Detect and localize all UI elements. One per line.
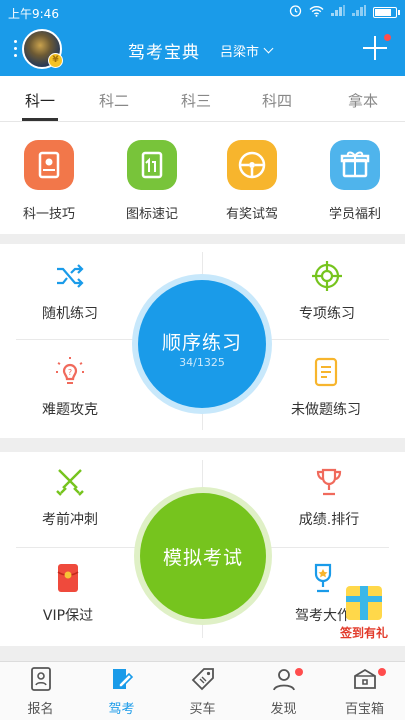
- nav-label: 买车: [189, 702, 216, 717]
- red-envelope-icon: [52, 562, 84, 594]
- treasure-box-icon: [352, 666, 378, 692]
- nav-label: 驾考: [108, 702, 135, 717]
- tool-student-welfare[interactable]: 学员福利: [315, 140, 395, 222]
- lightbulb-icon: ?: [54, 356, 86, 388]
- notification-dot: [378, 668, 386, 676]
- svg-text:?: ?: [68, 368, 72, 377]
- tool-sign-memo[interactable]: 图标速记: [112, 140, 192, 222]
- quick-tools: 科一技巧 图标速记 有奖试驾 学员福利: [0, 122, 405, 234]
- sign-in-gift-badge[interactable]: 签到有礼: [332, 582, 396, 648]
- menu-dots-icon[interactable]: [14, 40, 18, 60]
- nav-label: 百宝箱: [344, 702, 384, 717]
- battery-icon: [373, 6, 400, 18]
- tool-label: 图标速记: [125, 207, 178, 222]
- app-title: 驾考宝典: [128, 43, 200, 63]
- difficult-practice[interactable]: ? 难题攻克: [20, 356, 120, 419]
- random-practice[interactable]: 随机练习: [20, 260, 120, 323]
- chevron-down-icon: [263, 43, 274, 54]
- nav-signup[interactable]: 报名: [0, 666, 81, 717]
- gift-icon: [330, 140, 380, 190]
- signal-icon-2: [352, 5, 366, 19]
- nav-discover[interactable]: 发现: [243, 666, 324, 717]
- add-button[interactable]: [363, 36, 387, 60]
- coin-badge-icon: ¥: [48, 53, 63, 68]
- tab-get-license[interactable]: 拿本: [333, 90, 393, 111]
- trophy-icon: [313, 466, 345, 498]
- tool-prize-drive[interactable]: 有奖试驾: [212, 140, 292, 222]
- sign-in-gift-label: 签到有礼: [339, 626, 388, 640]
- pencil-doc-icon: [109, 666, 135, 692]
- tool-label: 有奖试驾: [225, 207, 278, 222]
- pre-exam-sprint[interactable]: 考前冲刺: [20, 466, 120, 529]
- sequential-practice-progress: 34/1325: [179, 356, 225, 369]
- bottom-nav: 报名 驾考 买车 发现 百宝箱: [0, 661, 405, 720]
- nav-label: 发现: [270, 702, 297, 717]
- alarm-icon: [289, 4, 302, 20]
- wifi-icon: [309, 5, 324, 20]
- battery-fill: [375, 8, 392, 16]
- nav-label: 报名: [27, 702, 54, 717]
- document-icon: [310, 356, 342, 388]
- status-icons: [289, 4, 400, 20]
- difficult-practice-label: 难题攻克: [42, 402, 98, 418]
- pre-exam-sprint-label: 考前冲刺: [42, 512, 98, 528]
- vip-guarantee[interactable]: VIP保过: [18, 562, 118, 625]
- mock-exam-label: 模拟考试: [162, 547, 243, 569]
- tool-subject1-tips[interactable]: 科一技巧: [9, 140, 89, 222]
- random-practice-label: 随机练习: [42, 306, 98, 322]
- tab-subject-4[interactable]: 科四: [247, 90, 307, 111]
- tool-label: 科一技巧: [22, 207, 75, 222]
- notification-dot: [384, 34, 391, 41]
- sequential-practice-label: 顺序练习: [161, 332, 242, 354]
- subject-tabs: 科一 科二 科三 科四 拿本: [0, 76, 405, 122]
- vip-guarantee-label: VIP保过: [42, 608, 94, 624]
- person-icon: [271, 666, 297, 692]
- tab-subject-2[interactable]: 科二: [84, 90, 144, 111]
- target-icon: [311, 260, 343, 292]
- price-tag-icon: [190, 666, 216, 692]
- tab-subject-1[interactable]: 科一: [10, 90, 70, 111]
- signal-icon: [331, 5, 345, 19]
- steering-wheel-icon: [227, 140, 277, 190]
- sequential-practice-button[interactable]: 顺序练习 34/1325: [138, 280, 266, 408]
- id-card-icon: [28, 666, 54, 692]
- score-ranking[interactable]: 成绩.排行: [279, 466, 379, 529]
- traffic-sign-icon: [127, 140, 177, 190]
- special-practice[interactable]: 专项练习: [277, 260, 377, 323]
- tips-book-icon: [24, 140, 74, 190]
- app-header: ¥ 驾考宝典 吕梁市: [0, 24, 405, 76]
- shuffle-icon: [54, 260, 86, 292]
- city-selector[interactable]: 吕梁市: [220, 41, 274, 60]
- mock-exam-button[interactable]: 模拟考试: [140, 493, 266, 619]
- notification-dot: [295, 668, 303, 676]
- special-practice-label: 专项练习: [299, 306, 355, 322]
- undone-practice[interactable]: 未做题练习: [276, 356, 376, 419]
- crossed-swords-icon: [54, 466, 86, 498]
- nav-toolbox[interactable]: 百宝箱: [324, 666, 405, 717]
- tool-label: 学员福利: [328, 207, 381, 222]
- status-time: 上午9:46: [8, 7, 59, 21]
- tab-subject-3[interactable]: 科三: [166, 90, 226, 111]
- nav-driving-exam[interactable]: 驾考: [81, 666, 162, 717]
- city-label: 吕梁市: [220, 45, 260, 60]
- undone-practice-label: 未做题练习: [291, 402, 361, 418]
- nav-buy-car[interactable]: 买车: [162, 666, 243, 717]
- score-ranking-label: 成绩.排行: [298, 512, 360, 528]
- practice-section: 随机练习 专项练习 ? 难题攻克 未做题练习 顺序练习 34/1325: [0, 244, 405, 438]
- status-bar: 上午9:46: [0, 0, 405, 24]
- gift-ribbon: [360, 586, 368, 620]
- active-tab-indicator: [22, 118, 58, 121]
- gift-ribbon: [346, 596, 382, 602]
